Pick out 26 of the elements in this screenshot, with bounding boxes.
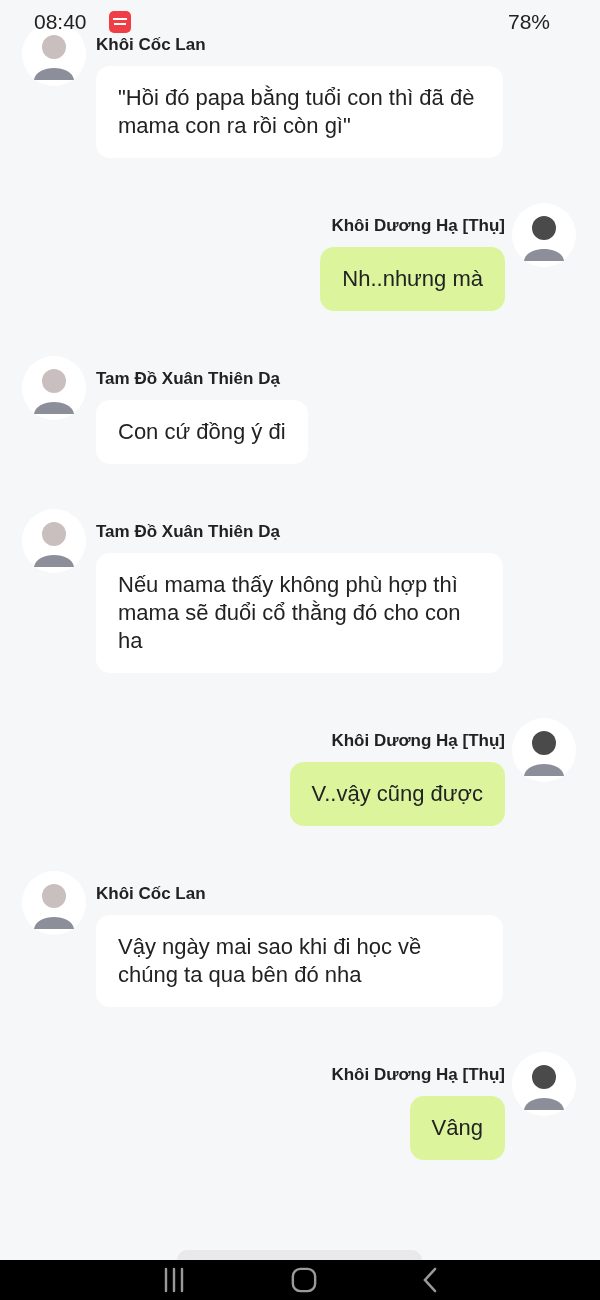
app-icon bbox=[108, 11, 131, 33]
status-time: 08:40 bbox=[34, 10, 87, 34]
message-bubble: V..vậy cũng được bbox=[289, 762, 505, 826]
sender-name: Khôi Cốc Lan bbox=[96, 35, 206, 55]
input-handle[interactable] bbox=[176, 1250, 422, 1260]
avatar bbox=[512, 1052, 576, 1116]
sender-name: Tam Đồ Xuân Thiên Dạ bbox=[96, 369, 280, 389]
message-bubble: "Hồi đó papa bằng tuổi con thì đã đè mama con ra rồi còn gì" bbox=[96, 66, 503, 158]
avatar bbox=[22, 871, 86, 935]
home-icon[interactable] bbox=[291, 1267, 317, 1293]
avatar bbox=[512, 718, 576, 782]
message-bubble: Vậy ngày mai sao khi đi học về chúng ta qua bên đó nha bbox=[96, 915, 503, 1007]
sender-name: Khôi Dương Hạ [Thụ] bbox=[331, 1065, 505, 1085]
message-bubble: Nh..nhưng mà bbox=[320, 247, 505, 311]
message-bubble: Nếu mama thấy không phù hợp thì mama sẽ đuổi cổ thằng đó cho con ha bbox=[96, 553, 503, 673]
avatar bbox=[22, 356, 86, 420]
sender-name: Tam Đồ Xuân Thiên Dạ bbox=[96, 522, 280, 542]
sender-name: Khôi Dương Hạ [Thụ] bbox=[331, 216, 505, 236]
message-bubble: Con cứ đồng ý đi bbox=[96, 400, 308, 464]
avatar bbox=[22, 509, 86, 573]
battery-level: 78% bbox=[507, 10, 550, 34]
back-icon[interactable] bbox=[421, 1267, 438, 1293]
sender-name: Khôi Cốc Lan bbox=[96, 884, 206, 904]
sender-name: Khôi Dương Hạ [Thụ] bbox=[331, 731, 505, 751]
message-bubble: Vâng bbox=[409, 1096, 505, 1160]
avatar bbox=[512, 203, 576, 267]
